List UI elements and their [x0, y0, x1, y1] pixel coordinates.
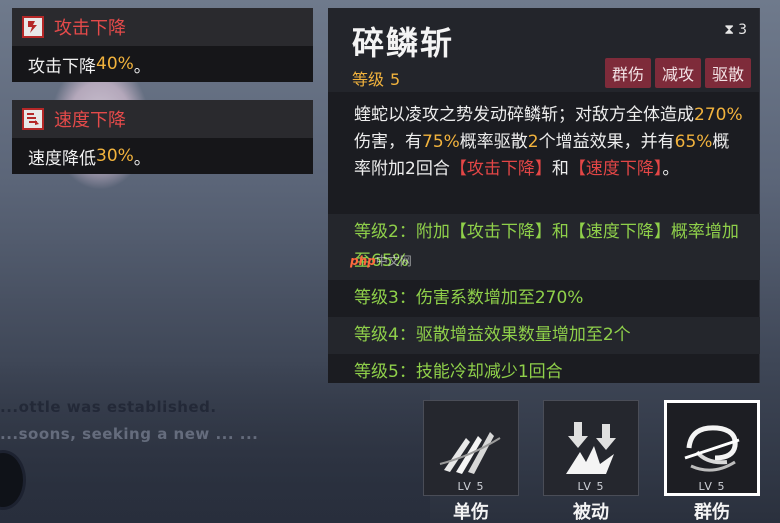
desc-dispel-chance: 75%: [422, 132, 460, 152]
skill-button-single-target[interactable]: LV 5 单伤: [423, 400, 519, 523]
watermark-logo: php: [350, 254, 376, 268]
desc-text: 伤害，有: [354, 132, 422, 152]
status-desc-prefix: 速度降低: [28, 148, 96, 169]
shatter-arrows-icon: [566, 422, 616, 474]
desc-debuff-chance: 65%: [674, 132, 713, 152]
upgrade-row: 等级5：技能冷却减少1回合: [354, 362, 563, 382]
background-caption-2: ...soons, seeking a new ... ...: [0, 425, 259, 443]
desc-debuff-attack: 【攻击下降】: [449, 159, 552, 179]
skill-tag: 群伤: [604, 58, 651, 88]
skill-level: 等级 5: [352, 66, 400, 90]
status-desc-value: 40%: [96, 54, 134, 74]
attack-down-icon: [22, 16, 44, 38]
status-header: 速度下降: [12, 100, 313, 138]
status-panel-speed-down: 速度下降 速度降低 30%。: [12, 100, 313, 174]
skill-level-badge: LV 5: [457, 480, 485, 493]
skill-button-label: 单伤: [453, 502, 489, 523]
desc-text: 个增益效果，并有: [538, 132, 675, 152]
skill-cooldown: ⧗ 3: [724, 22, 747, 38]
skill-level-value: 5: [390, 70, 401, 89]
desc-text: 和: [551, 159, 569, 179]
status-panel-attack-down: 攻击下降 攻击下降 40%。: [12, 8, 313, 82]
skill-button-label: 群伤: [694, 502, 730, 523]
status-desc-value: 30%: [96, 146, 134, 166]
upgrade-row: 等级3：伤害系数增加至270%: [354, 288, 584, 308]
status-title: 速度下降: [54, 110, 126, 131]
skill-button-aoe[interactable]: LV 5 群伤: [664, 400, 760, 523]
spiral-slash-icon: [684, 425, 740, 472]
claw-slash-icon: [439, 432, 501, 474]
watermark: php中文网: [350, 252, 412, 269]
skill-description: 蝰蛇以凌攻之势发动碎鳞斩；对敌方全体造成270% 伤害，有75%概率驱散2个增益效…: [328, 92, 759, 220]
speed-down-icon: [22, 108, 44, 130]
skill-tag: 驱散: [704, 58, 751, 88]
status-description: 速度降低 30%。: [12, 138, 313, 174]
skill-level-label: 等级: [352, 70, 385, 89]
skill-tags: 群伤 减攻 驱散: [604, 58, 751, 88]
desc-text: 蝰蛇以凌攻之势发动碎鳞斩；对敌方全体造成: [354, 105, 694, 125]
desc-debuff-speed: 【速度下降】: [568, 159, 663, 179]
desc-text: 。: [662, 159, 680, 179]
status-desc-suffix: 。: [133, 56, 151, 77]
status-desc-prefix: 攻击下降: [28, 56, 96, 77]
status-header: 攻击下降: [12, 8, 313, 46]
skill-header: 碎鳞斩 等级 5 ⧗ 3 群伤 减攻 驱散: [328, 8, 759, 92]
watermark-text: 中文网: [375, 254, 412, 268]
desc-damage-value: 270%: [694, 105, 743, 125]
skill-detail-panel: 碎鳞斩 等级 5 ⧗ 3 群伤 减攻 驱散 蝰蛇以凌攻之势发动碎鳞斩；对敌方全体造…: [328, 8, 760, 383]
skill-tag: 减攻: [654, 58, 701, 88]
skill-level-badge: LV 5: [698, 480, 726, 493]
upgrade-row: 等级2：附加【攻击下降】和【速度下降】概率增加至65%: [328, 214, 760, 280]
desc-dispel-count: 2: [527, 132, 539, 152]
background-caption-1: ...ottle was established.: [0, 398, 217, 416]
status-title: 攻击下降: [54, 18, 126, 39]
hourglass-icon: ⧗: [724, 22, 735, 38]
cooldown-value: 3: [738, 22, 747, 38]
skill-button-label: 被动: [573, 502, 609, 523]
status-desc-suffix: 。: [133, 148, 151, 169]
status-description: 攻击下降 40%。: [12, 46, 313, 82]
desc-text: 概率驱散: [459, 132, 528, 152]
upgrade-row: 等级4：驱散增益效果数量增加至2个: [328, 317, 760, 354]
skill-upgrades: 等级2：附加【攻击下降】和【速度下降】概率增加至65% 等级3：伤害系数增加至2…: [328, 214, 760, 391]
skill-level-badge: LV 5: [577, 480, 605, 493]
skill-button-passive[interactable]: LV 5 被动: [543, 400, 639, 523]
